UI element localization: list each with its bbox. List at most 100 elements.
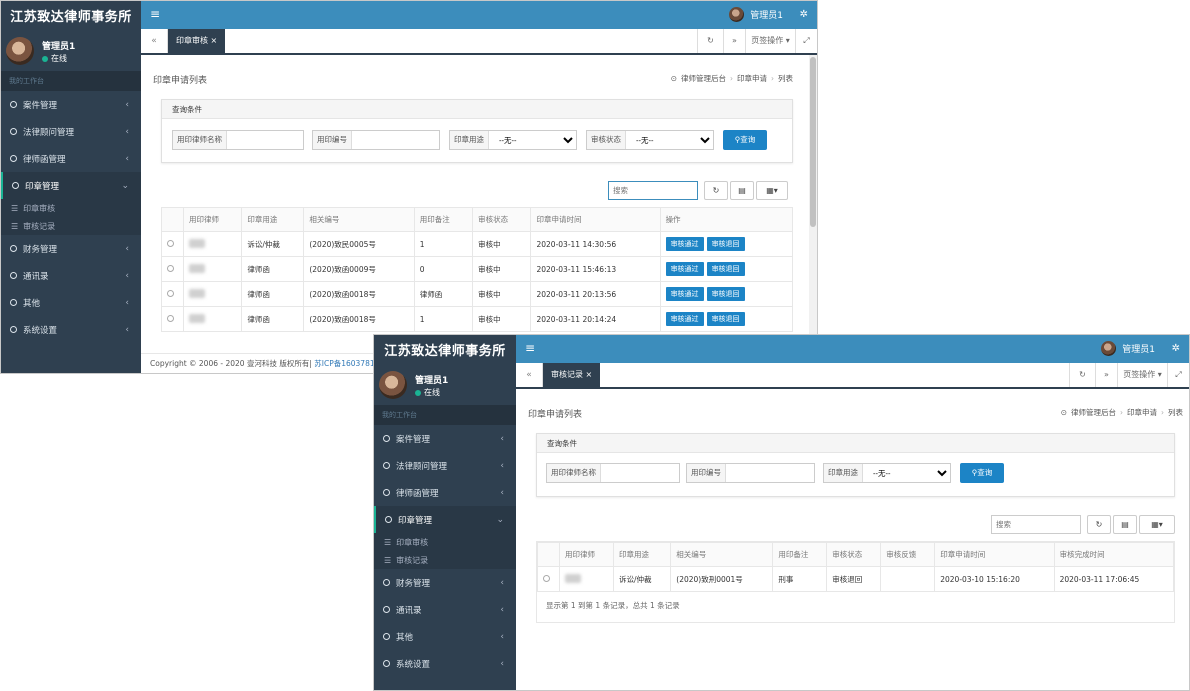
lawyer-name-input[interactable] [227, 131, 303, 149]
columns-dropdown-icon[interactable]: ▦▾ [1139, 515, 1175, 534]
refresh-table-icon[interactable]: ↻ [1087, 515, 1111, 534]
reject-button[interactable]: 审核退回 [706, 312, 745, 326]
main-content: 印章申请列表 ⊙ 律师管理后台 › 印章申请 › 列表 查询条件 用印律师名称 用印… [516, 391, 1189, 690]
sidebar-item-contacts[interactable]: 通讯录 ‹ [374, 596, 516, 623]
row-select[interactable] [537, 566, 560, 592]
tab-scroll-left-icon[interactable]: « [141, 29, 168, 53]
sidebar-subitem-review-records[interactable]: ☰ 审核记录 [374, 551, 516, 569]
sidebar-item-legal-advisor[interactable]: 法律顾问管理 ‹ [374, 452, 516, 479]
sidebar-subitem-seal-review[interactable]: ☰ 印章审核 [1, 199, 141, 217]
table-row[interactable]: 诉讼/仲裁 (2020)致刑0001号 刑事 审核退回 2020-03-10 1… [537, 566, 1175, 592]
fullscreen-icon[interactable]: ⤢ [1167, 363, 1189, 387]
table-row[interactable]: 律师函 (2020)致函0009号 0 审核中 2020-03-11 15:46… [161, 256, 794, 282]
sidebar-item-contacts[interactable]: 通讯录 ‹ [1, 262, 141, 289]
tab-scroll-left-icon[interactable]: « [516, 363, 543, 387]
sidebar-item-lawyer-letters[interactable]: 律师函管理 ‹ [1, 145, 141, 172]
sidebar-item-other[interactable]: 其他 ‹ [374, 623, 516, 650]
breadcrumb-item[interactable]: 律师管理后台 [681, 73, 726, 84]
radio-icon[interactable] [543, 574, 550, 582]
table-row[interactable]: 律师函 (2020)致函0018号 律师函 审核中 2020-03-11 20:… [161, 281, 794, 307]
menu-toggle-icon[interactable]: ≡ [150, 8, 160, 20]
reject-button[interactable]: 审核退回 [706, 262, 745, 276]
refresh-icon[interactable]: ↻ [697, 29, 723, 53]
lawyer-name-input[interactable] [601, 464, 679, 482]
scrollbar-thumb[interactable] [810, 57, 816, 227]
sidebar-item-finance[interactable]: 财务管理 ‹ [374, 569, 516, 596]
sidebar-item-cases[interactable]: 案件管理 ‹ [1, 91, 141, 118]
sidebar-item-legal-advisor[interactable]: 法律顾问管理 ‹ [1, 118, 141, 145]
sidebar-item-system-settings[interactable]: 系统设置 ‹ [374, 650, 516, 677]
sidebar-item-cases[interactable]: 案件管理 ‹ [374, 425, 516, 452]
row-select[interactable] [161, 281, 184, 307]
settings-cog-icon[interactable]: ✲ [800, 9, 808, 20]
page-ops-label: 页签操作 [1123, 370, 1156, 379]
chevron-left-icon: ‹ [125, 153, 129, 164]
radio-icon[interactable] [167, 314, 174, 322]
approve-button[interactable]: 审核通过 [665, 262, 704, 276]
query-button[interactable]: ⚲查询 [723, 130, 767, 150]
tab-scroll-right-icon[interactable]: » [1095, 363, 1117, 387]
approve-button[interactable]: 审核通过 [665, 237, 704, 251]
settings-cog-icon[interactable]: ✲ [1172, 343, 1180, 354]
fullscreen-icon[interactable]: ⤢ [795, 29, 817, 53]
sidebar-item-seals[interactable]: 印章管理 ⌄ [374, 506, 516, 533]
seal-number-field[interactable]: 用印编号 [686, 463, 815, 483]
refresh-table-icon[interactable]: ↻ [704, 181, 728, 200]
close-icon[interactable]: × [586, 370, 593, 379]
table-row[interactable]: 律师函 (2020)致函0018号 1 审核中 2020-03-11 20:14… [161, 306, 794, 332]
tab-review-records[interactable]: 审核记录 × [543, 363, 601, 387]
seal-purpose-select[interactable]: --无-- [863, 464, 950, 482]
sidebar-item-lawyer-letters[interactable]: 律师函管理 ‹ [374, 479, 516, 506]
lawyer-name-field[interactable]: 用印律师名称 [546, 463, 680, 483]
breadcrumb-item[interactable]: 印章申请 [737, 73, 767, 84]
radio-icon[interactable] [167, 264, 174, 272]
sidebar-subitem-review-records[interactable]: ☰ 审核记录 [1, 217, 141, 235]
refresh-icon[interactable]: ↻ [1069, 363, 1095, 387]
seal-number-input[interactable] [352, 131, 439, 149]
page-ops-dropdown[interactable]: 页签操作 ▾ [745, 29, 795, 53]
table-search-input[interactable] [608, 181, 698, 200]
query-button[interactable]: ⚲查询 [960, 463, 1004, 483]
lawyer-name-field[interactable]: 用印律师名称 [172, 130, 304, 150]
page-ops-dropdown[interactable]: 页签操作 ▾ [1117, 363, 1167, 387]
sidebar: 管理员1 在线 我的工作台 案件管理 ‹ 法律顾问管理 ‹ 律师函管理 ‹ 印章管理 ⌄… [1, 29, 141, 373]
user-menu[interactable]: 管理员1 [1101, 341, 1155, 356]
row-select[interactable] [161, 256, 184, 282]
breadcrumb-item[interactable]: 印章申请 [1127, 407, 1157, 418]
review-status-select[interactable]: --无-- [626, 131, 713, 149]
vertical-scrollbar[interactable] [809, 55, 817, 353]
number-cell: (2020)致函0018号 [303, 306, 415, 332]
breadcrumb-item[interactable]: 律师管理后台 [1071, 407, 1116, 418]
sidebar-subitem-seal-review[interactable]: ☰ 印章审核 [374, 533, 516, 551]
seal-number-input[interactable] [726, 464, 814, 482]
toggle-view-icon[interactable]: ▤ [730, 181, 754, 200]
reject-button[interactable]: 审核退回 [706, 237, 745, 251]
table-row[interactable]: 诉讼/仲裁 (2020)致民0005号 1 审核中 2020-03-11 14:… [161, 231, 794, 257]
approve-button[interactable]: 审核通过 [665, 287, 704, 301]
user-menu[interactable]: 管理员1 [729, 7, 783, 22]
sidebar-item-label: 案件管理 [23, 100, 58, 111]
tab-seal-review[interactable]: 印章审核 × [168, 29, 226, 53]
approve-button[interactable]: 审核通过 [665, 312, 704, 326]
seal-number-field[interactable]: 用印编号 [312, 130, 440, 150]
seal-purpose-field[interactable]: 印章用途 --无-- [449, 130, 577, 150]
columns-dropdown-icon[interactable]: ▦▾ [756, 181, 788, 200]
sidebar-item-finance[interactable]: 财务管理 ‹ [1, 235, 141, 262]
row-select[interactable] [161, 306, 184, 332]
reject-button[interactable]: 审核退回 [706, 287, 745, 301]
tab-scroll-right-icon[interactable]: » [723, 29, 745, 53]
table-search-input[interactable] [991, 515, 1081, 534]
seal-purpose-select[interactable]: --无-- [489, 131, 576, 149]
sidebar-item-seals[interactable]: 印章管理 ⌄ [1, 172, 141, 199]
row-select[interactable] [161, 231, 184, 257]
sidebar-item-system-settings[interactable]: 系统设置 ‹ [1, 316, 141, 343]
sidebar-item-other[interactable]: 其他 ‹ [1, 289, 141, 316]
seal-purpose-field[interactable]: 印章用途 --无-- [823, 463, 951, 483]
close-icon[interactable]: × [211, 36, 218, 45]
menu-toggle-icon[interactable]: ≡ [525, 342, 535, 354]
radio-icon[interactable] [167, 289, 174, 297]
table-header-row: 用印律师 印章用途 相关编号 用印备注 审核状态 印章申请时间 操作 [161, 207, 794, 232]
radio-icon[interactable] [167, 239, 174, 247]
review-status-field[interactable]: 审核状态 --无-- [586, 130, 714, 150]
toggle-view-icon[interactable]: ▤ [1113, 515, 1137, 534]
